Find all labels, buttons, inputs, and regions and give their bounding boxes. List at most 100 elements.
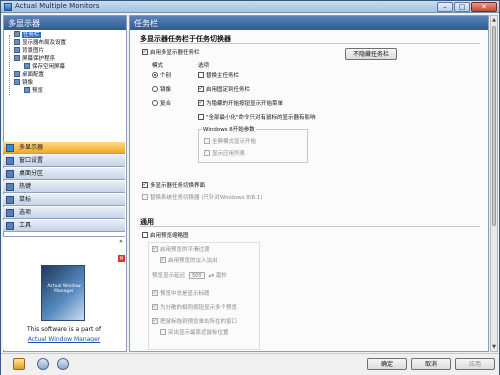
nav-options[interactable]: 选项 [3,207,125,219]
tree-item-layout[interactable]: 显示器布局及设置 [14,39,66,47]
multiple-previews-checkbox[interactable]: 为分散的相同按钮显示多个预览 [152,303,237,312]
checkbox[interactable] [152,317,158,325]
screensaver-icon [14,55,20,61]
preview-icon [24,87,30,93]
preview-delay-stepper-icon[interactable]: ▴▾ [209,273,215,279]
monitor-icon [14,39,20,45]
keyboard-icon [6,183,14,191]
enable-preview-checkbox[interactable]: 启用预览缩略图 [142,232,189,240]
checkbox[interactable] [160,329,166,335]
checkbox[interactable] [198,72,204,78]
checkbox[interactable] [198,99,204,107]
tree-item-taskbar[interactable]: 任务栏 [14,31,41,39]
tree-item-screensaver[interactable]: 屏幕保护程序 [14,55,55,63]
options-label: 选项 [198,63,210,69]
show-start-menu-checkbox[interactable]: 为隐藏的开始按钮显示开始菜单 [198,99,283,108]
radio[interactable] [152,86,158,92]
replace-system-switcher-checkbox[interactable]: 替换系统任务切换器 (只针对Windows 8/8.1) [142,194,262,202]
checkbox[interactable] [152,303,158,311]
enable-taskbar-checkbox[interactable]: 启用多显示器任务栏 [142,48,200,57]
maximize-button[interactable]: □ [454,2,470,12]
scroll-up-icon[interactable]: ▲ [491,16,497,24]
nav-desktop-divider[interactable]: 桌面分区 [3,168,125,180]
cancel-button[interactable]: 取消 [411,358,451,370]
section-divider [140,43,480,44]
win8-group-title: Windows 8开始参数 [202,126,256,134]
undo-icon[interactable] [37,358,49,370]
checkbox[interactable] [204,138,210,144]
always-show-title-checkbox[interactable]: 预览中总是显示标题 [152,289,210,298]
promo-close-button[interactable]: ✕ [118,255,125,262]
radio[interactable] [152,100,158,106]
app-icon [4,3,12,11]
nav-tools[interactable]: 工具 [3,220,125,232]
minimize-all-checkbox[interactable]: "全部最小化"命令只对有鼠标的显示器有影响 [198,114,316,122]
monitors-icon [6,144,14,152]
promo-text: This software is a part of [26,326,102,333]
redo-icon[interactable] [57,358,69,370]
tree-connector [9,35,10,95]
checkbox[interactable] [204,150,210,156]
left-pane-header: 多显示器 [4,16,126,30]
preview-delay-row: 预览显示延迟 500 ▴▾ 毫秒 [152,272,227,280]
checkbox[interactable] [198,114,204,120]
checkbox[interactable] [160,256,166,264]
radio[interactable] [152,72,158,78]
preview-fade-checkbox[interactable]: 启用预览的淡入淡出 [160,256,218,265]
mode-composite-radio[interactable]: 复合 [152,100,171,108]
preview-delay-label: 预览显示延迟 [152,273,186,279]
tree-item-idle-screens[interactable]: 保存空闲屏幕 [24,63,65,71]
mode-mirror-radio[interactable]: 镜像 [152,86,171,94]
scroll-down-icon[interactable]: ▼ [491,343,497,351]
drag-to-preview-checkbox[interactable]: 把鼠标拖到预览单击所在的窗口 [152,317,237,326]
nav-multiple-monitors[interactable]: 多显示器 [3,142,125,154]
picture-icon [14,47,20,53]
minimize-button[interactable]: – [437,2,453,12]
tree-item-mirroring[interactable]: 镜像 [14,79,33,87]
mouse-icon [6,196,14,204]
promo-collapse-button[interactable]: » [118,239,124,245]
tree-item-desktop-profiles[interactable]: 桌面配置 [14,71,44,79]
ok-button[interactable]: 确定 [367,358,407,370]
checkbox[interactable] [142,232,148,238]
enable-pin-checkbox[interactable]: 启用固定到任务栏 [198,85,250,94]
close-button[interactable]: ✕ [471,2,497,12]
checkbox[interactable] [152,245,158,253]
nav-window-settings[interactable]: 窗口设置 [3,155,125,167]
checkbox[interactable] [152,289,158,297]
nav-mouse[interactable]: 鼠标 [3,194,125,206]
title-bar[interactable]: Actual Multiple Monitors – □ ✕ [1,1,499,13]
replace-main-taskbar-checkbox[interactable]: 替换主任务栏 [198,72,239,80]
apply-button[interactable]: 应用 [455,358,495,370]
tools-icon [6,222,14,230]
nav-hotkeys[interactable]: 热键 [3,181,125,193]
show-apps-list-checkbox[interactable]: 显示应用列表 [204,150,245,158]
preview-delay-input[interactable]: 500 [188,272,205,279]
task-switcher-checkbox[interactable]: 多显示器任务切换界面 [142,181,205,190]
tree-item-preview[interactable]: 预览 [24,87,43,95]
no-hide-taskbar-button[interactable]: 不隐藏任务栏 [345,48,397,60]
checkbox[interactable] [142,48,148,56]
settings-scrollbar[interactable]: ▲ ▼ [490,15,498,352]
highlight-nearest-checkbox[interactable]: 突出显示最靠近鼠标位置 [160,329,229,337]
idle-screen-icon [24,63,30,69]
promo-link[interactable]: Actual Window Manager [3,336,125,343]
tree-item-wallpaper[interactable]: 背景图片 [14,47,44,55]
checkbox[interactable] [142,181,148,189]
checkbox[interactable] [198,85,204,93]
mode-individual-radio[interactable]: 个别 [152,72,171,80]
divider-icon [6,170,14,178]
mirror-icon [14,79,20,85]
bottom-bar: 确定 取消 应用 [1,353,499,375]
options-icon [6,209,14,217]
scroll-thumb[interactable] [492,26,496,226]
window-title: Actual Multiple Monitors [15,2,100,10]
checkbox[interactable] [142,194,148,200]
preview-smooth-checkbox[interactable]: 启用预览的平滑过渡 [152,245,210,254]
product-box-title: Actual Window Manager [47,284,81,294]
section-divider [140,226,480,227]
window-icon [6,157,14,165]
preview-delay-unit: 毫秒 [215,273,227,279]
help-icon[interactable] [13,358,25,370]
fullscreen-start-checkbox[interactable]: 全屏模式显示开始 [204,138,256,146]
